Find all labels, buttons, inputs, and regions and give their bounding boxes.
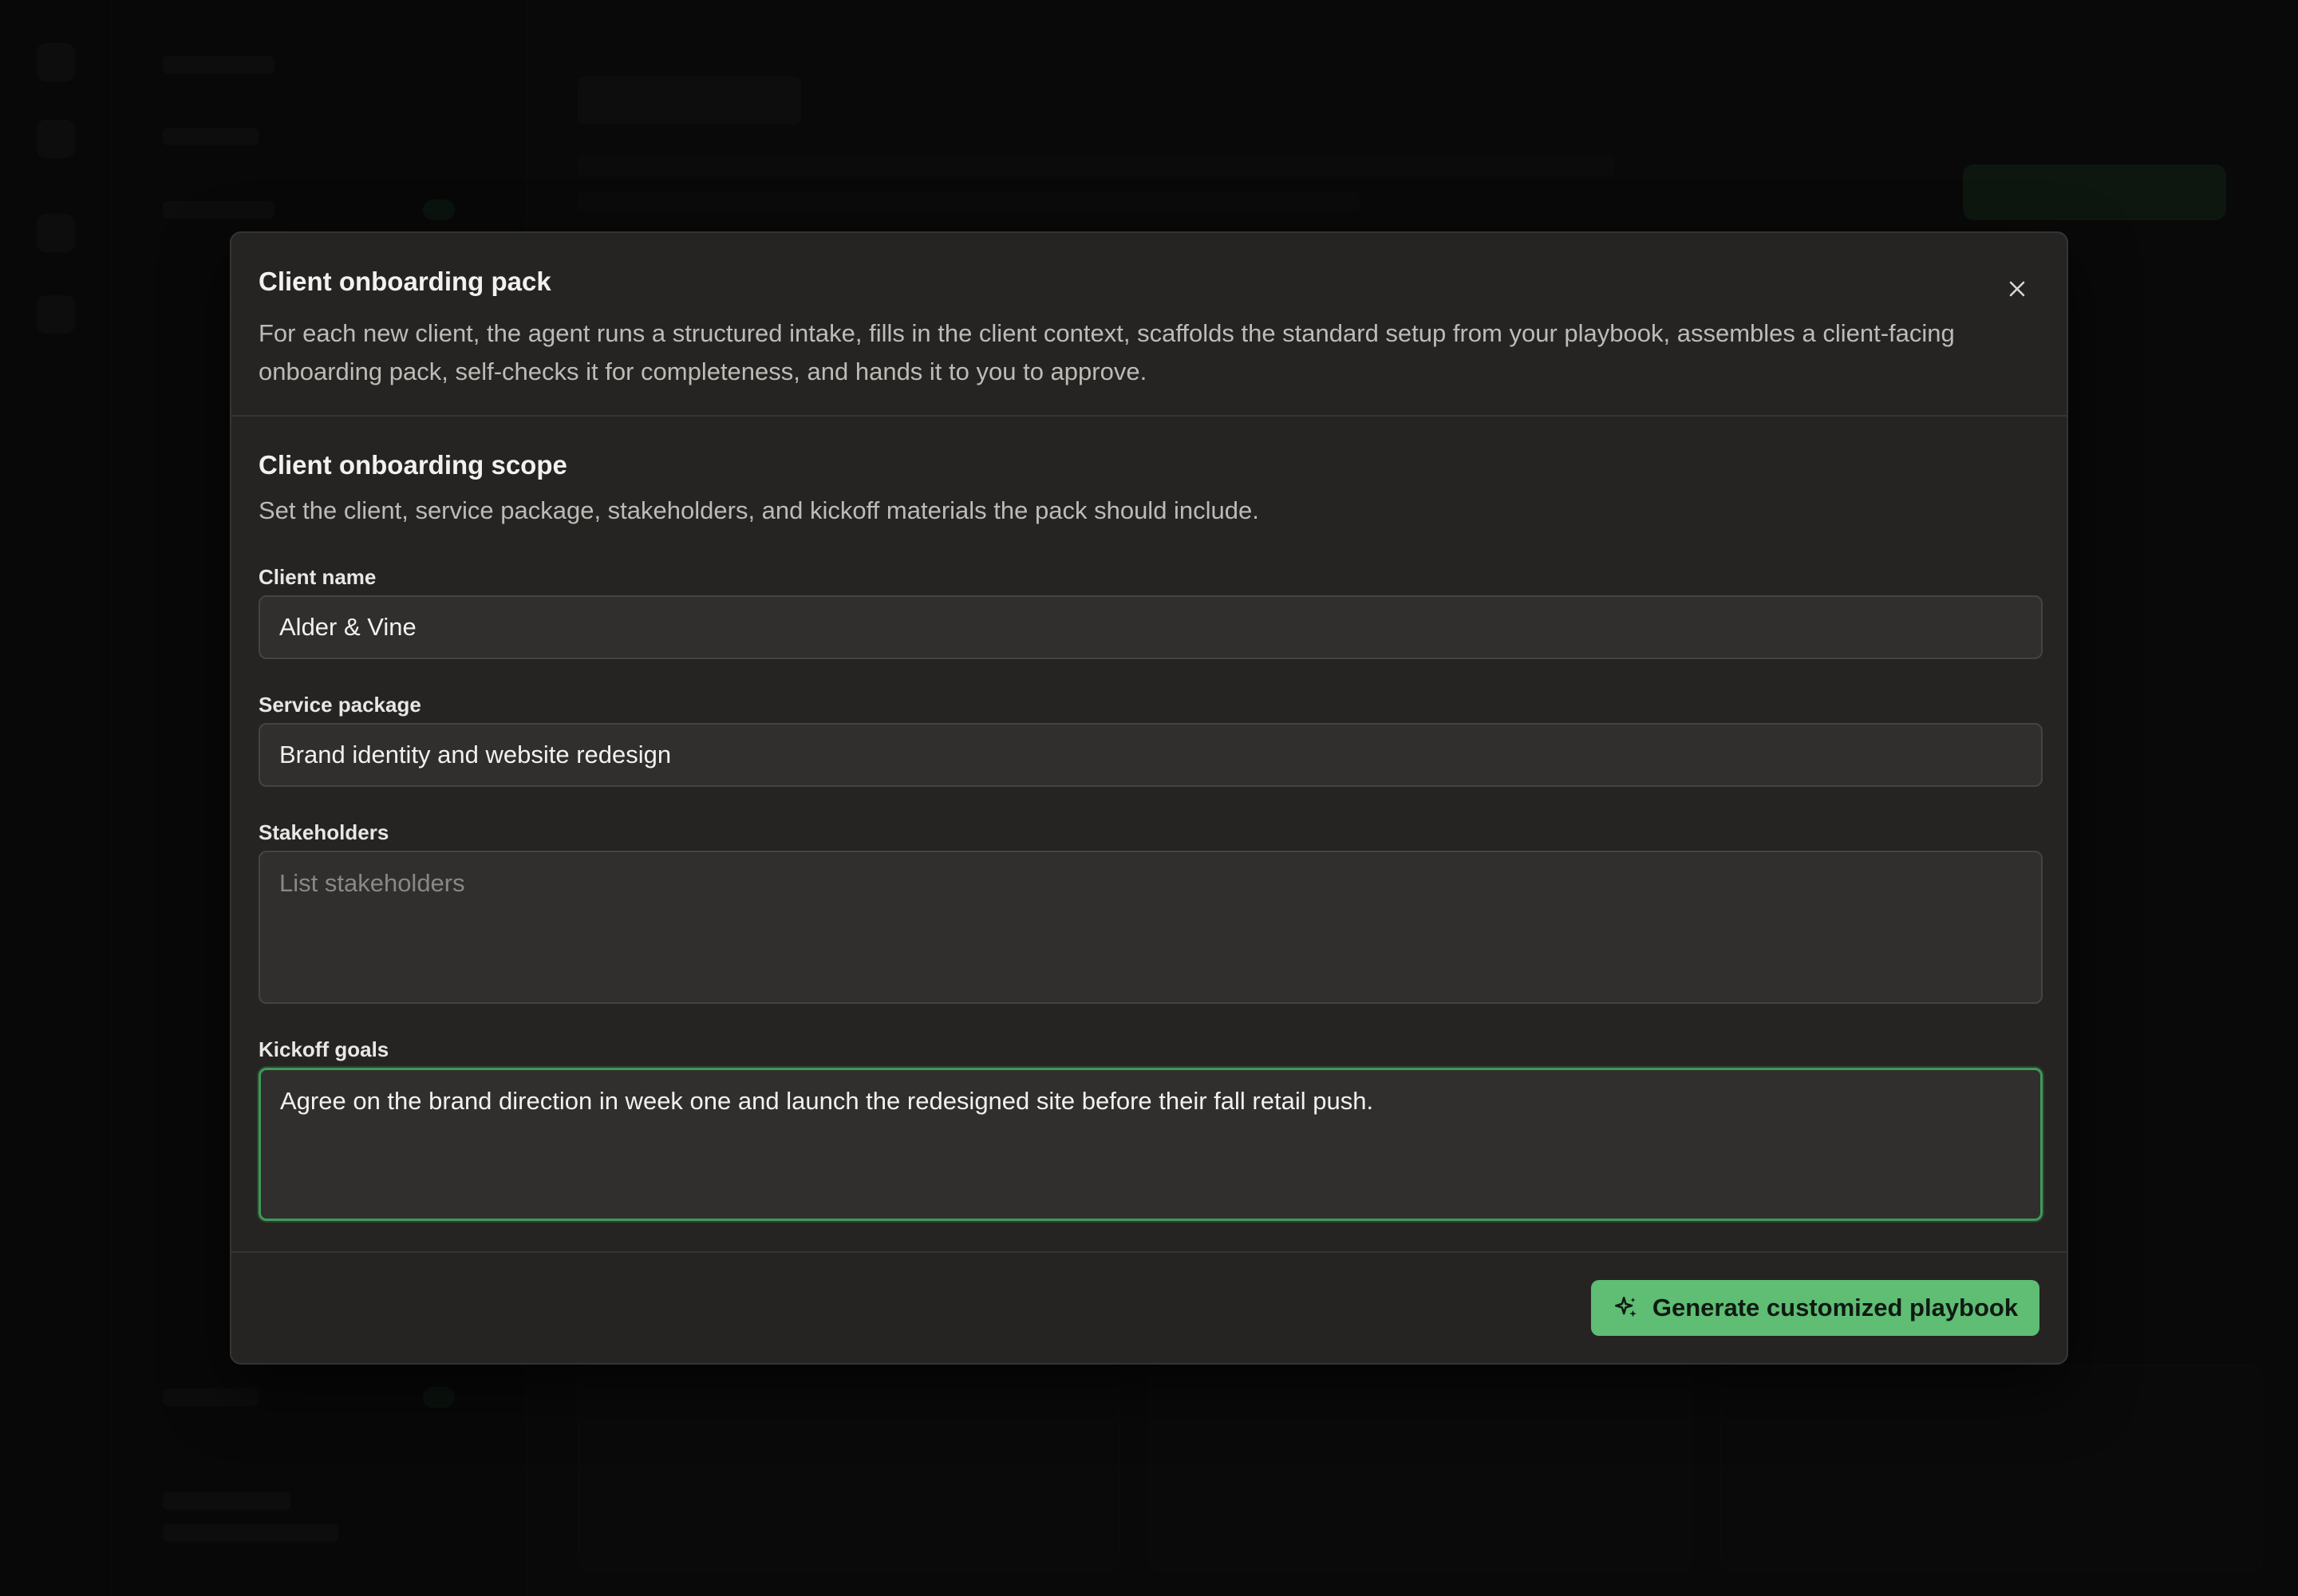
- onboarding-modal: Client onboarding pack For each new clie…: [230, 231, 2068, 1365]
- generate-playbook-label: Generate customized playbook: [1652, 1294, 2019, 1321]
- close-button[interactable]: [1996, 268, 2038, 310]
- modal-title: Client onboarding pack: [259, 267, 551, 296]
- stakeholders-label: Stakeholders: [259, 820, 389, 844]
- modal-description: For each new client, the agent runs a st…: [259, 319, 1955, 385]
- section-title: Client onboarding scope: [259, 450, 567, 480]
- kickoff-goals-label: Kickoff goals: [259, 1037, 389, 1061]
- close-icon: [2009, 281, 2025, 297]
- modal-footer: Generate customized playbook: [231, 1251, 2067, 1363]
- generate-playbook-button[interactable]: Generate customized playbook: [1591, 1280, 2039, 1336]
- modal-header: Client onboarding pack For each new clie…: [231, 233, 2067, 417]
- stakeholders-textarea[interactable]: [259, 851, 2043, 1004]
- section-description: Set the client, service package, stakeho…: [259, 496, 1259, 524]
- service-package-label: Service package: [259, 693, 421, 717]
- kickoff-goals-textarea[interactable]: Agree on the brand direction in week one…: [259, 1068, 2043, 1221]
- sparkles-icon: [1614, 1296, 1637, 1317]
- client-name-label: Client name: [259, 565, 377, 589]
- service-package-input[interactable]: [259, 723, 2043, 787]
- client-name-input[interactable]: [259, 595, 2043, 659]
